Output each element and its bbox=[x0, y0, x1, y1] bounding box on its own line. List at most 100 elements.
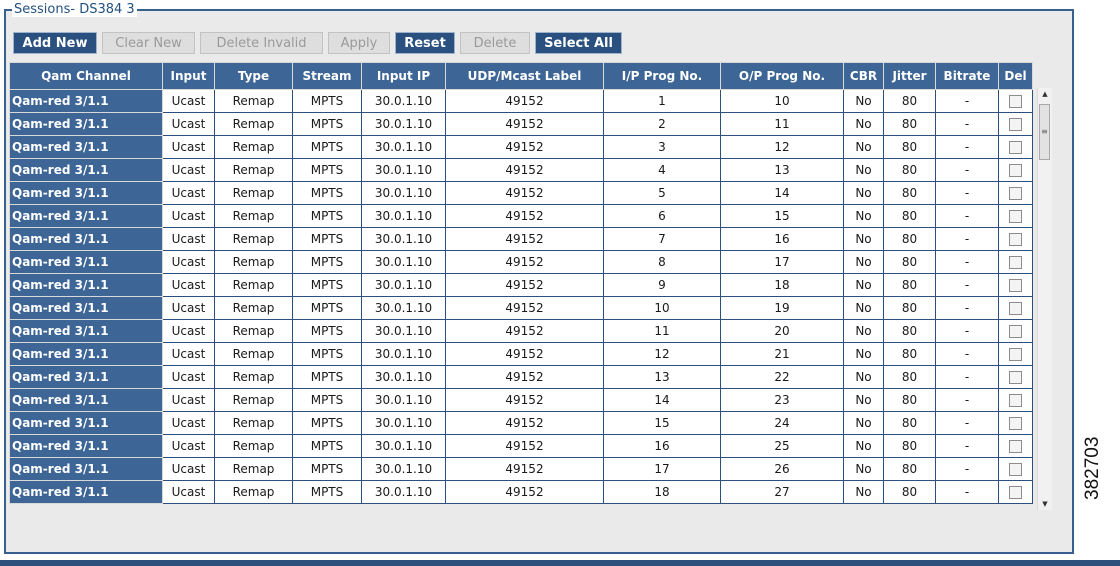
table-cell: Remap bbox=[214, 480, 293, 504]
table-cell: MPTS bbox=[292, 411, 362, 435]
qam-channel-link[interactable]: Qam-red 3/1.1 bbox=[9, 89, 163, 113]
delete-invalid-button[interactable]: Delete Invalid bbox=[200, 32, 323, 54]
qam-channel-link[interactable]: Qam-red 3/1.1 bbox=[9, 319, 163, 343]
delete-checkbox[interactable] bbox=[1009, 371, 1022, 384]
table-row: Qam-red 3/1.1 Ucast Remap MPTS 30.0.1.10 4915… bbox=[9, 411, 1033, 435]
qam-channel-link[interactable]: Qam-red 3/1.1 bbox=[9, 158, 163, 182]
table-cell: 18 bbox=[720, 273, 844, 297]
table-row: Qam-red 3/1.1 Ucast Remap MPTS 30.0.1.10 4915… bbox=[9, 319, 1033, 343]
table-cell: - bbox=[935, 158, 999, 182]
delete-checkbox[interactable] bbox=[1009, 440, 1022, 453]
delete-checkbox[interactable] bbox=[1009, 394, 1022, 407]
table-cell: 17 bbox=[603, 457, 721, 481]
table-cell: 80 bbox=[883, 457, 936, 481]
qam-channel-link[interactable]: Qam-red 3/1.1 bbox=[9, 112, 163, 136]
delete-checkbox[interactable] bbox=[1009, 210, 1022, 223]
clear-new-button[interactable]: Clear New bbox=[102, 32, 195, 54]
table-row: Qam-red 3/1.1 Ucast Remap MPTS 30.0.1.10 4915… bbox=[9, 434, 1033, 458]
table-cell: Ucast bbox=[162, 204, 215, 228]
table-row: Qam-red 3/1.1 Ucast Remap MPTS 30.0.1.10 4915… bbox=[9, 250, 1033, 274]
column-header: Input bbox=[162, 62, 215, 90]
qam-channel-link[interactable]: Qam-red 3/1.1 bbox=[9, 411, 163, 435]
table-cell: 30.0.1.10 bbox=[361, 434, 446, 458]
del-cell bbox=[998, 411, 1033, 435]
table-cell: No bbox=[843, 411, 884, 435]
table-cell: No bbox=[843, 319, 884, 343]
screenshot-frame: Sessions- DS384 3 Add New Clear New Dele… bbox=[0, 0, 1120, 566]
qam-channel-link[interactable]: Qam-red 3/1.1 bbox=[9, 365, 163, 389]
qam-channel-link[interactable]: Qam-red 3/1.1 bbox=[9, 204, 163, 228]
delete-checkbox[interactable] bbox=[1009, 118, 1022, 131]
del-cell bbox=[998, 227, 1033, 251]
delete-checkbox[interactable] bbox=[1009, 325, 1022, 338]
qam-channel-link[interactable]: Qam-red 3/1.1 bbox=[9, 434, 163, 458]
table-cell: 26 bbox=[720, 457, 844, 481]
table-cell: 6 bbox=[603, 204, 721, 228]
qam-channel-link[interactable]: Qam-red 3/1.1 bbox=[9, 227, 163, 251]
table-cell: No bbox=[843, 480, 884, 504]
apply-button[interactable]: Apply bbox=[328, 32, 390, 54]
qam-channel-link[interactable]: Qam-red 3/1.1 bbox=[9, 135, 163, 159]
reset-button[interactable]: Reset bbox=[395, 32, 455, 54]
qam-channel-link[interactable]: Qam-red 3/1.1 bbox=[9, 273, 163, 297]
delete-checkbox[interactable] bbox=[1009, 348, 1022, 361]
delete-checkbox[interactable] bbox=[1009, 187, 1022, 200]
table-cell: 16 bbox=[720, 227, 844, 251]
delete-checkbox[interactable] bbox=[1009, 279, 1022, 292]
table-cell: No bbox=[843, 227, 884, 251]
table-cell: 49152 bbox=[445, 273, 604, 297]
delete-checkbox[interactable] bbox=[1009, 95, 1022, 108]
qam-channel-link[interactable]: Qam-red 3/1.1 bbox=[9, 296, 163, 320]
delete-checkbox[interactable] bbox=[1009, 417, 1022, 430]
table-cell: MPTS bbox=[292, 434, 362, 458]
add-new-button[interactable]: Add New bbox=[13, 32, 97, 54]
table-cell: 49152 bbox=[445, 204, 604, 228]
delete-checkbox[interactable] bbox=[1009, 463, 1022, 476]
table-cell: 13 bbox=[720, 158, 844, 182]
vertical-scrollbar[interactable]: ▲ ≡ ▼ bbox=[1037, 88, 1052, 510]
table-cell: - bbox=[935, 135, 999, 159]
table-cell: MPTS bbox=[292, 204, 362, 228]
bottom-border-bar bbox=[0, 560, 1120, 566]
table-cell: - bbox=[935, 411, 999, 435]
qam-channel-link[interactable]: Qam-red 3/1.1 bbox=[9, 457, 163, 481]
qam-channel-link[interactable]: Qam-red 3/1.1 bbox=[9, 342, 163, 366]
delete-checkbox[interactable] bbox=[1009, 164, 1022, 177]
qam-channel-link[interactable]: Qam-red 3/1.1 bbox=[9, 181, 163, 205]
table-cell: Remap bbox=[214, 112, 293, 136]
delete-checkbox[interactable] bbox=[1009, 233, 1022, 246]
delete-checkbox[interactable] bbox=[1009, 302, 1022, 315]
sessions-table-container[interactable]: Qam Channel Input Type Stream Input IP UDP/Mc… bbox=[9, 62, 1051, 510]
table-cell: No bbox=[843, 296, 884, 320]
select-all-button[interactable]: Select All bbox=[535, 32, 622, 54]
table-body: Qam-red 3/1.1 Ucast Remap MPTS 30.0.1.10 4915… bbox=[9, 89, 1033, 504]
del-cell bbox=[998, 388, 1033, 412]
delete-button[interactable]: Delete bbox=[460, 32, 530, 54]
del-cell bbox=[998, 135, 1033, 159]
table-cell: Ucast bbox=[162, 319, 215, 343]
qam-channel-link[interactable]: Qam-red 3/1.1 bbox=[9, 388, 163, 412]
table-cell: - bbox=[935, 89, 999, 113]
delete-checkbox[interactable] bbox=[1009, 256, 1022, 269]
table-cell: MPTS bbox=[292, 457, 362, 481]
table-cell: 80 bbox=[883, 388, 936, 412]
table-cell: 49152 bbox=[445, 89, 604, 113]
scroll-thumb[interactable]: ≡ bbox=[1039, 104, 1050, 160]
table-cell: 14 bbox=[603, 388, 721, 412]
scroll-up-arrow-icon[interactable]: ▲ bbox=[1038, 88, 1052, 100]
table-cell: Remap bbox=[214, 296, 293, 320]
table-row: Qam-red 3/1.1 Ucast Remap MPTS 30.0.1.10 4915… bbox=[9, 181, 1033, 205]
table-cell: 30.0.1.10 bbox=[361, 365, 446, 389]
delete-checkbox[interactable] bbox=[1009, 486, 1022, 499]
table-cell: 27 bbox=[720, 480, 844, 504]
table-cell: 80 bbox=[883, 227, 936, 251]
table-cell: MPTS bbox=[292, 480, 362, 504]
scroll-down-arrow-icon[interactable]: ▼ bbox=[1038, 498, 1052, 510]
table-cell: Remap bbox=[214, 227, 293, 251]
delete-checkbox[interactable] bbox=[1009, 141, 1022, 154]
table-cell: 25 bbox=[720, 434, 844, 458]
qam-channel-link[interactable]: Qam-red 3/1.1 bbox=[9, 480, 163, 504]
table-cell: MPTS bbox=[292, 296, 362, 320]
table-cell: Ucast bbox=[162, 480, 215, 504]
qam-channel-link[interactable]: Qam-red 3/1.1 bbox=[9, 250, 163, 274]
